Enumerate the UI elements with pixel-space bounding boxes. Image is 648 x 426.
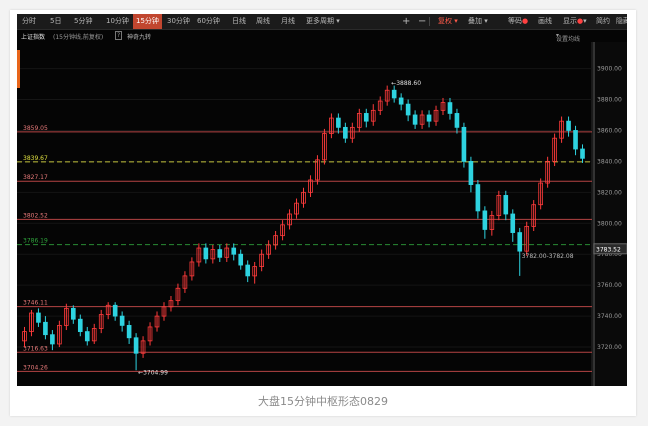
chips-label: 等码 <box>508 17 522 25</box>
candle-down <box>203 247 209 260</box>
candle-down <box>475 184 481 212</box>
indicator-name[interactable]: 神奇九转 <box>127 32 151 41</box>
period-tab-5day[interactable]: 5日 <box>47 14 64 29</box>
period-tab-30min[interactable]: 30分钟 <box>164 14 193 29</box>
candle-down <box>503 195 509 215</box>
candle-down <box>36 312 41 323</box>
candle-down <box>573 130 578 150</box>
candle-down <box>84 331 90 342</box>
period-tab-monthly[interactable]: 月线 <box>278 14 298 29</box>
candle-down <box>119 315 125 326</box>
candle-down <box>112 304 118 317</box>
candle-down <box>336 117 341 128</box>
draw-line-button[interactable]: 画线 <box>535 14 555 29</box>
current-price-label: 3783.52 <box>596 246 621 253</box>
y-tick-label: 3860.00 <box>597 127 622 134</box>
candle-down <box>426 114 432 122</box>
candle-down <box>468 160 474 186</box>
candle-down <box>343 126 348 139</box>
candle-down <box>510 213 516 233</box>
image-caption: 大盘15分钟中枢形态0829 <box>258 395 388 408</box>
more-periods-label: 更多周期 <box>306 17 334 25</box>
adjust-label: 复权 <box>438 17 452 25</box>
candle-down <box>126 324 132 339</box>
candle-down <box>133 337 139 354</box>
level-label: 3802.52 <box>23 212 48 219</box>
display-label: 显示 <box>563 17 577 25</box>
period-tab-5min[interactable]: 5分钟 <box>71 14 95 29</box>
level-label: 3839.67 <box>23 155 48 162</box>
y-tick-label: 3720.00 <box>597 344 622 351</box>
active-marker <box>17 50 20 88</box>
candle-down <box>363 113 369 122</box>
candle-down <box>238 253 244 266</box>
ma-settings-link[interactable]: 设置均线 ▾ <box>556 32 580 43</box>
candle-down <box>412 114 418 125</box>
y-tick-label: 3740.00 <box>597 313 622 320</box>
more-periods-dropdown[interactable]: 更多周期 ▾ <box>303 14 343 29</box>
candle-down <box>50 334 55 345</box>
period-tab-intraday[interactable]: 分时 <box>19 14 39 29</box>
chart-info-bar: 上证指数 (15分钟线,前复权) ? 神奇九转 设置均线 ▾ <box>17 30 627 43</box>
level-label: 3827.17 <box>23 174 48 181</box>
candle-down <box>77 318 83 332</box>
candle-down <box>580 148 585 159</box>
candle-down <box>405 103 411 116</box>
candle-down <box>391 89 397 99</box>
period-tab-weekly[interactable]: 周线 <box>253 14 273 29</box>
y-tick-label: 3760.00 <box>597 282 622 289</box>
period-tab-15min[interactable]: 15分钟 <box>133 14 162 29</box>
y-tick-label: 3800.00 <box>597 220 622 227</box>
y-tick-label: 3840.00 <box>597 158 622 165</box>
candle-down <box>517 232 523 252</box>
chips-button[interactable]: 等码● <box>505 14 531 29</box>
candle-down <box>43 321 48 336</box>
hide-button[interactable]: 隐藏 <box>613 14 627 29</box>
period-info: (15分钟线,前复权) <box>53 34 104 41</box>
y-tick-label: 3880.00 <box>597 97 622 104</box>
candle-down <box>454 113 460 128</box>
period-tab-10min[interactable]: 10分钟 <box>103 14 132 29</box>
level-label: 3704.26 <box>23 364 48 371</box>
level-label: 3716.63 <box>23 345 48 352</box>
overlay-dropdown[interactable]: 叠加 ▾ <box>465 14 491 29</box>
candle-down <box>482 210 488 230</box>
low-annotation: ←3704.99 <box>138 369 168 376</box>
display-dropdown[interactable]: 显示●▾ <box>560 14 590 29</box>
candle-down <box>70 307 76 320</box>
level-label: 3786.19 <box>23 238 48 245</box>
zoom-in-button[interactable]: + <box>399 14 413 29</box>
chart-terminal: 分时 5日 5分钟 10分钟 15分钟 30分钟 60分钟 日线 周线 月线 更… <box>17 14 627 386</box>
candle-down <box>566 120 571 131</box>
candle-down <box>447 102 453 114</box>
range-annotation: 3782.00-3782.08 <box>522 253 574 260</box>
period-tab-daily[interactable]: 日线 <box>229 14 249 29</box>
overlay-label: 叠加 <box>468 17 482 25</box>
candle-down <box>245 264 251 277</box>
candle-down <box>461 126 467 162</box>
y-tick-label: 3820.00 <box>597 189 622 196</box>
candle-down <box>398 97 404 105</box>
high-annotation: ←3888.60 <box>391 80 421 87</box>
adjust-dropdown[interactable]: 复权 ▾ <box>435 14 461 29</box>
scroll-track <box>593 42 595 386</box>
simple-mode-button[interactable]: 简约 <box>593 14 613 29</box>
help-icon[interactable]: ? <box>115 31 123 40</box>
zoom-out-button[interactable]: − <box>415 14 429 29</box>
toolbar: 分时 5日 5分钟 10分钟 15分钟 30分钟 60分钟 日线 周线 月线 更… <box>17 14 627 30</box>
level-label: 3746.11 <box>23 300 48 307</box>
candlestick-chart[interactable]: 3900.00 3880.00 3860.00 3840.00 3820.00 3800.… <box>17 42 627 386</box>
y-tick-label: 3900.00 <box>597 66 622 73</box>
index-name: 上证指数 <box>21 34 46 41</box>
level-label: 3859.05 <box>23 125 48 132</box>
price-axis-panel <box>592 42 627 386</box>
period-tab-60min[interactable]: 60分钟 <box>194 14 223 29</box>
candle-down <box>217 249 223 258</box>
candle-down <box>231 247 237 255</box>
